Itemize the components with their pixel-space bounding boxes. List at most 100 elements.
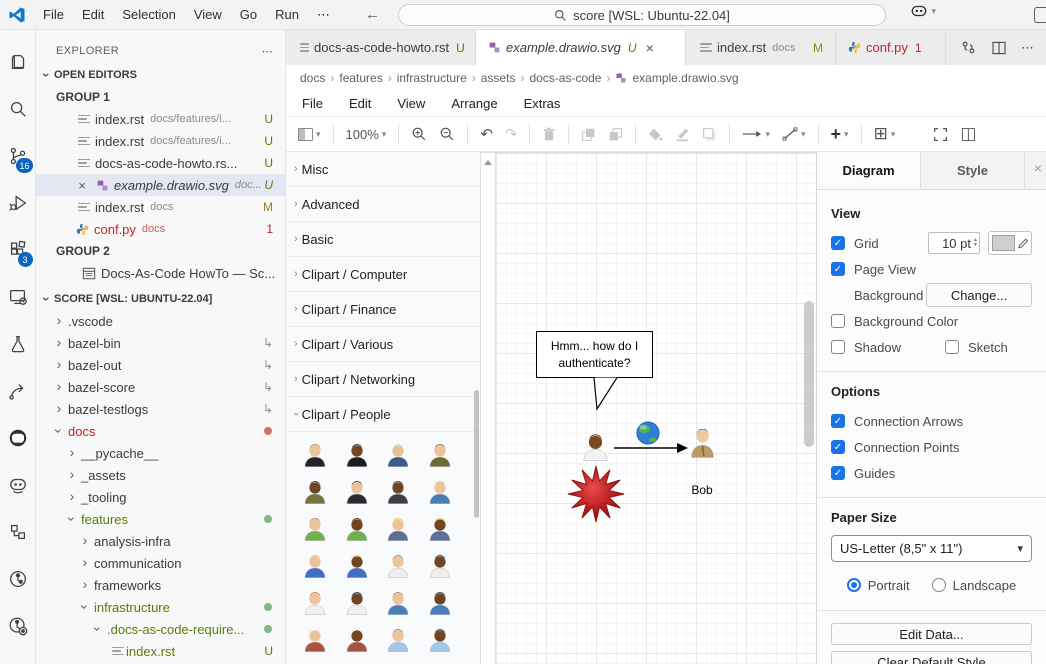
breadcrumb-item[interactable]: infrastructure bbox=[397, 71, 467, 85]
layout-panel-icon[interactable] bbox=[1034, 7, 1046, 23]
zoom-in-icon[interactable] bbox=[411, 126, 427, 142]
clipart-person[interactable] bbox=[300, 514, 330, 544]
tree-item-assets[interactable]: ›_assets bbox=[36, 464, 285, 486]
bob-label[interactable]: Bob bbox=[671, 483, 733, 497]
clipart-person[interactable] bbox=[342, 514, 372, 544]
breadcrumb-item[interactable]: assets bbox=[481, 71, 516, 85]
grid-color-button[interactable] bbox=[988, 231, 1032, 255]
menu-view[interactable]: View bbox=[185, 7, 231, 22]
view-toggle-button[interactable]: ▾ bbox=[298, 128, 321, 141]
close-tab-icon[interactable]: × bbox=[646, 40, 654, 56]
tree-item-analysis-infra[interactable]: ›analysis-infra bbox=[36, 530, 285, 552]
table-dropdown[interactable]: ⊞▾ bbox=[874, 124, 896, 144]
editor-group-2-header[interactable]: GROUP 2 bbox=[36, 240, 285, 262]
grid-size-input[interactable]: 10 pt ▴▾ bbox=[928, 232, 980, 254]
redo-icon[interactable]: ↷ bbox=[505, 125, 518, 143]
drawio-canvas[interactable]: Hmm... how do I authenticate? bbox=[481, 152, 816, 664]
open-editor-item[interactable]: index.rst docs M bbox=[36, 196, 285, 218]
explorer-more-actions-icon[interactable]: ⋯ bbox=[262, 45, 273, 58]
clipart-person[interactable] bbox=[342, 588, 372, 618]
drawio-menu-edit[interactable]: Edit bbox=[349, 96, 371, 111]
speech-bubble-shape[interactable]: Hmm... how do I authenticate? bbox=[536, 331, 653, 378]
to-back-icon[interactable] bbox=[608, 127, 623, 142]
fill-color-icon[interactable] bbox=[648, 127, 663, 142]
open-editor-item[interactable]: conf.py docs 1 bbox=[36, 218, 285, 240]
tree-item-docs-as-code-required[interactable]: ›.docs-as-code-require... bbox=[36, 618, 285, 640]
shadow-icon[interactable] bbox=[702, 127, 717, 142]
tree-item-bazel-testlogs[interactable]: ›bazel-testlogs↳ bbox=[36, 398, 285, 420]
clipart-person[interactable] bbox=[425, 514, 455, 544]
menu-file[interactable]: File bbox=[34, 7, 73, 22]
tree-item-index-rst[interactable]: index.rstU bbox=[36, 640, 285, 662]
clipart-person[interactable] bbox=[383, 625, 413, 655]
clipart-person[interactable] bbox=[342, 440, 372, 470]
clipart-person[interactable] bbox=[300, 625, 330, 655]
palette-section-advanced[interactable]: ›Advanced bbox=[286, 187, 480, 222]
open-editor-item[interactable]: index.rst docs/features/i... U bbox=[36, 130, 285, 152]
workspace-section-header[interactable]: › SCORE [WSL: UBUNTU-22.04] bbox=[36, 288, 285, 310]
portrait-radio[interactable] bbox=[847, 578, 861, 592]
clipart-person[interactable] bbox=[300, 588, 330, 618]
clipart-person[interactable] bbox=[383, 477, 413, 507]
fullscreen-icon[interactable] bbox=[933, 127, 948, 142]
tree-item-frameworks[interactable]: ›frameworks bbox=[36, 574, 285, 596]
line-color-icon[interactable] bbox=[675, 127, 690, 142]
insert-dropdown[interactable]: +▾ bbox=[831, 124, 849, 145]
page-view-checkbox[interactable]: ✓ bbox=[831, 262, 845, 276]
clipart-person[interactable] bbox=[425, 551, 455, 581]
scroll-up-icon[interactable] bbox=[484, 160, 492, 165]
open-editor-item[interactable]: docs-as-code-howto.rs... U bbox=[36, 152, 285, 174]
menu-edit[interactable]: Edit bbox=[73, 7, 113, 22]
clipart-person[interactable] bbox=[383, 514, 413, 544]
clipart-person[interactable] bbox=[342, 551, 372, 581]
landscape-radio[interactable] bbox=[932, 578, 946, 592]
menu-run[interactable]: Run bbox=[266, 7, 308, 22]
person-shape-bob[interactable] bbox=[687, 421, 718, 463]
paper-size-select[interactable]: US-Letter (8,5" x 11") ▾ bbox=[831, 535, 1032, 562]
tab-index-rst[interactable]: index.rst docs M bbox=[686, 30, 836, 65]
breadcrumb-item-current[interactable]: example.drawio.svg bbox=[632, 71, 738, 85]
drawio-menu-file[interactable]: File bbox=[302, 96, 323, 111]
zoom-level-dropdown[interactable]: 100%▾ bbox=[346, 127, 387, 142]
open-editor-item[interactable]: index.rst docs/features/i... U bbox=[36, 108, 285, 130]
person-shape-alice[interactable] bbox=[579, 429, 612, 465]
drawio-menu-arrange[interactable]: Arrange bbox=[451, 96, 497, 111]
change-background-button[interactable]: Change... bbox=[926, 283, 1032, 307]
palette-section-clipart-networking[interactable]: ›Clipart / Networking bbox=[286, 362, 480, 397]
open-editor-item-webview[interactable]: Docs-As-Code HowTo — Sc... bbox=[36, 262, 285, 284]
copilot-icon[interactable] bbox=[910, 3, 928, 19]
menu-selection[interactable]: Selection bbox=[113, 7, 184, 22]
tree-item-pycache[interactable]: ›__pycache__ bbox=[36, 442, 285, 464]
format-panel-toggle-icon[interactable]: ◫ bbox=[960, 124, 976, 144]
tree-item-bazel-out[interactable]: ›bazel-out↳ bbox=[36, 354, 285, 376]
close-editor-icon[interactable]: × bbox=[74, 178, 90, 193]
tree-item-bazel-bin[interactable]: ›bazel-bin↳ bbox=[36, 332, 285, 354]
tab-conf-py[interactable]: conf.py 1 bbox=[836, 30, 946, 65]
command-center-search[interactable]: score [WSL: Ubuntu-22.04] bbox=[398, 4, 886, 26]
history-back-icon[interactable]: ← bbox=[365, 6, 380, 23]
grid-size-stepper[interactable]: ▴▾ bbox=[974, 238, 977, 248]
search-view-icon[interactable] bbox=[0, 85, 36, 132]
waypoint-style-dropdown[interactable]: ▾ bbox=[782, 127, 806, 141]
share-icon[interactable] bbox=[0, 367, 36, 414]
grid-checkbox[interactable]: ✓ bbox=[831, 236, 845, 250]
close-panel-icon[interactable]: × bbox=[1034, 160, 1042, 176]
sketch-checkbox[interactable] bbox=[945, 340, 959, 354]
tree-item-communication[interactable]: ›communication bbox=[36, 552, 285, 574]
clear-default-style-button[interactable]: Clear Default Style bbox=[831, 651, 1032, 664]
clipart-person[interactable] bbox=[383, 551, 413, 581]
zoom-out-icon[interactable] bbox=[439, 126, 455, 142]
delete-icon[interactable] bbox=[542, 127, 556, 142]
drawio-menu-extras[interactable]: Extras bbox=[524, 96, 561, 111]
palette-section-misc[interactable]: ›Misc bbox=[286, 152, 480, 187]
palette-scrollbar[interactable] bbox=[474, 390, 479, 518]
breadcrumb-item[interactable]: docs-as-code bbox=[529, 71, 601, 85]
palette-section-clipart-computer[interactable]: ›Clipart / Computer bbox=[286, 257, 480, 292]
to-front-icon[interactable] bbox=[581, 127, 596, 142]
editor-group-1-header[interactable]: GROUP 1 bbox=[36, 86, 285, 108]
clipart-person[interactable] bbox=[342, 625, 372, 655]
remote-explorer-icon[interactable] bbox=[0, 273, 36, 320]
tab-style[interactable]: Style bbox=[921, 152, 1025, 189]
clipart-person[interactable] bbox=[342, 477, 372, 507]
palette-section-clipart-various[interactable]: ›Clipart / Various bbox=[286, 327, 480, 362]
